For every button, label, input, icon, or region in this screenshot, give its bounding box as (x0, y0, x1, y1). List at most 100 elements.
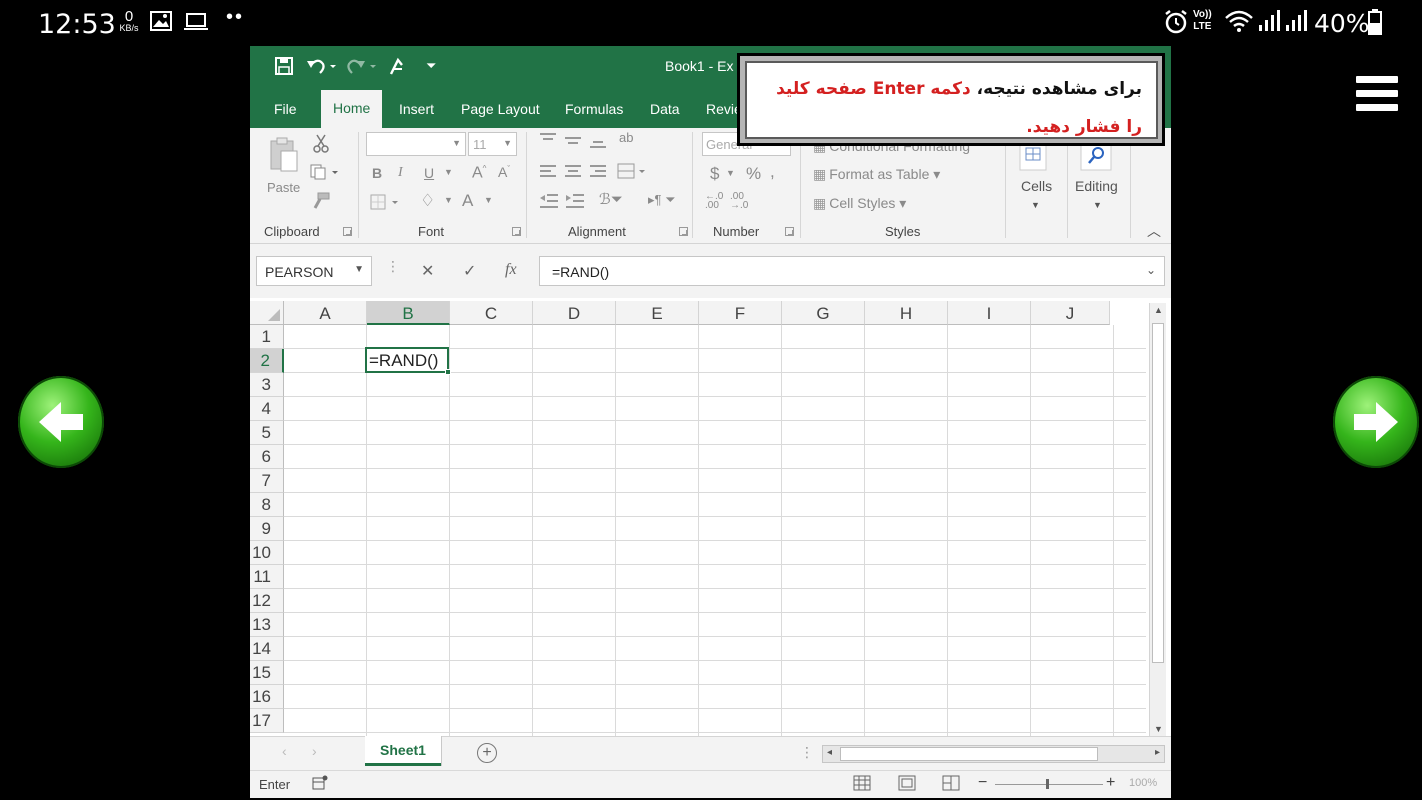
row-header[interactable]: 2 (250, 349, 284, 373)
comma-style-icon[interactable]: , (770, 162, 775, 182)
column-header[interactable]: D (533, 301, 616, 325)
search-icon[interactable] (1080, 143, 1112, 175)
zoom-out-icon[interactable]: − (978, 774, 987, 792)
clipboard-launcher[interactable] (343, 227, 352, 236)
text-direction-icon[interactable]: ▸¶ ⏷ (648, 192, 676, 208)
row-header[interactable]: 14 (250, 637, 284, 661)
decrease-font-icon[interactable]: Aˇ (498, 164, 510, 180)
copy-icon[interactable] (310, 164, 340, 183)
row-header[interactable]: 7 (250, 469, 284, 493)
row-header[interactable]: 5 (250, 421, 284, 445)
increase-font-icon[interactable]: A^ (472, 164, 486, 182)
row-header[interactable]: 15 (250, 661, 284, 685)
fill-color-icon[interactable]: ♢ (420, 191, 435, 211)
align-center-icon[interactable] (564, 164, 582, 181)
row-header[interactable]: 11 (250, 565, 284, 589)
middle-align-icon[interactable] (564, 134, 582, 151)
undo-icon[interactable] (306, 56, 338, 81)
zoom-level[interactable]: 100% (1129, 777, 1157, 789)
row-header[interactable]: 16 (250, 685, 284, 709)
vertical-scrollbar[interactable]: ▲ ▼ (1149, 303, 1166, 736)
italic-button[interactable]: I (398, 165, 403, 181)
font-name-select[interactable]: ▼ (366, 132, 466, 156)
macro-record-icon[interactable] (312, 775, 328, 794)
zoom-in-icon[interactable]: + (1106, 774, 1115, 792)
underline-button[interactable]: U (424, 165, 434, 181)
cell-styles-button[interactable]: ▦ Cell Styles ▾ (813, 195, 906, 212)
vertical-scroll-thumb[interactable] (1152, 323, 1164, 663)
next-button[interactable] (1333, 376, 1419, 468)
paste-label[interactable]: Paste (267, 180, 300, 195)
page-layout-view-icon[interactable] (898, 775, 916, 794)
font-launcher[interactable] (512, 227, 521, 236)
normal-view-icon[interactable] (853, 775, 871, 794)
tab-insert[interactable]: Insert (399, 101, 434, 117)
horizontal-scroll-thumb[interactable] (840, 747, 1098, 761)
column-header[interactable]: J (1031, 301, 1110, 325)
zoom-slider-thumb[interactable] (1046, 779, 1049, 789)
scroll-right-icon[interactable]: ▸ (1155, 747, 1160, 758)
row-header[interactable]: 9 (250, 517, 284, 541)
wrap-text-icon[interactable] (617, 162, 647, 183)
align-right-icon[interactable] (589, 164, 607, 181)
decrease-indent-icon[interactable] (539, 193, 559, 212)
tab-data[interactable]: Data (650, 101, 680, 117)
decrease-decimal-icon[interactable]: .00 →.0 (730, 192, 748, 211)
menu-button[interactable] (1356, 76, 1398, 114)
add-sheet-icon[interactable]: + (477, 743, 497, 763)
row-header[interactable]: 10 (250, 541, 284, 565)
font-color-icon[interactable]: A (462, 191, 473, 211)
column-header[interactable]: A (284, 301, 367, 325)
cells-button[interactable]: Cells (1021, 178, 1052, 194)
cells-icon[interactable] (1018, 143, 1048, 175)
active-cell[interactable]: =RAND() (365, 347, 451, 375)
orientation-icon[interactable]: ab (619, 130, 633, 145)
paste-icon[interactable] (268, 136, 300, 179)
column-header[interactable]: I (948, 301, 1031, 325)
format-painter-icon[interactable] (312, 192, 330, 213)
column-header[interactable]: E (616, 301, 699, 325)
scroll-up-icon[interactable]: ▲ (1154, 305, 1163, 315)
scroll-sheets-left-icon[interactable]: ‹ (282, 743, 287, 759)
tab-home[interactable]: Home (321, 90, 383, 128)
column-header[interactable]: F (699, 301, 782, 325)
alignment-launcher[interactable] (679, 227, 688, 236)
percent-icon[interactable]: % (746, 164, 761, 184)
cut-icon[interactable] (312, 134, 330, 157)
customize-qat-icon[interactable]: ⏷ (426, 58, 436, 74)
sheet-tab-sheet1[interactable]: Sheet1 (365, 736, 441, 766)
confirm-entry-icon[interactable]: ✓ (463, 261, 476, 281)
chevron-down-icon[interactable]: ▼ (1031, 200, 1040, 210)
top-align-icon[interactable] (539, 132, 557, 149)
currency-icon[interactable]: $ (710, 164, 719, 184)
page-break-view-icon[interactable] (942, 775, 960, 794)
scroll-left-icon[interactable]: ◂ (827, 747, 832, 758)
bold-button[interactable]: B (372, 165, 382, 181)
row-header[interactable]: 17 (250, 709, 284, 733)
cancel-entry-icon[interactable]: ✕ (421, 261, 434, 281)
column-header[interactable]: H (865, 301, 948, 325)
name-box[interactable]: PEARSON ▼ (256, 256, 372, 286)
chevron-down-icon[interactable]: ▼ (444, 195, 453, 205)
zoom-slider[interactable] (995, 784, 1103, 785)
horizontal-scrollbar[interactable]: ◂ ▸ (822, 745, 1165, 763)
touch-mode-icon[interactable] (388, 56, 406, 81)
editing-button[interactable]: Editing (1075, 178, 1118, 194)
row-header[interactable]: 1 (250, 325, 284, 349)
chevron-down-icon[interactable]: ▼ (726, 168, 735, 178)
scroll-sheets-right-icon[interactable]: › (312, 743, 317, 759)
orientation-angle-icon[interactable]: ℬ⏷ (599, 190, 623, 208)
increase-decimal-icon[interactable]: ←.0.00 (705, 192, 723, 211)
chevron-down-icon[interactable]: ▼ (1093, 200, 1102, 210)
fill-handle[interactable] (445, 369, 451, 375)
row-header[interactable]: 12 (250, 589, 284, 613)
column-header[interactable]: C (450, 301, 533, 325)
align-left-icon[interactable] (539, 164, 557, 181)
tab-page-layout[interactable]: Page Layout (461, 101, 540, 117)
chevron-down-icon[interactable]: ▼ (444, 167, 453, 177)
column-header[interactable]: B (367, 301, 450, 325)
cell-area[interactable] (284, 325, 1146, 736)
collapse-ribbon-icon[interactable]: ︿ (1147, 221, 1161, 241)
tab-formulas[interactable]: Formulas (565, 101, 623, 117)
row-header[interactable]: 6 (250, 445, 284, 469)
